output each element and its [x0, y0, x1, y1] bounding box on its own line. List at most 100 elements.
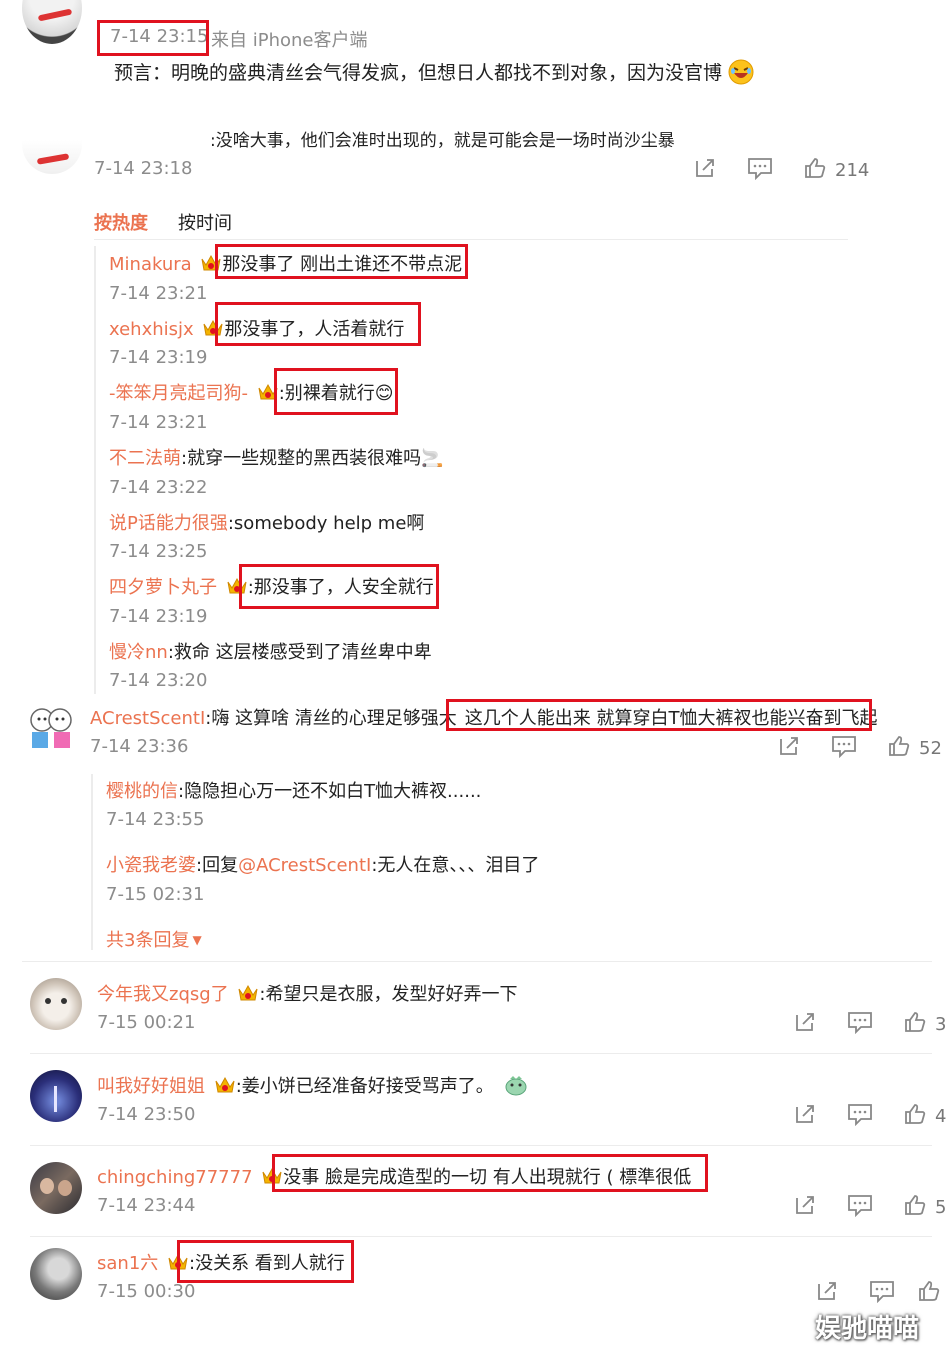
like-icon[interactable]: [903, 1102, 927, 1131]
comment-username[interactable]: ACrestScentI: [90, 708, 205, 729]
reply-text: :somebody help me啊: [227, 513, 425, 534]
avatar[interactable]: [22, 0, 82, 44]
list-item: 不二法萌:就穿一些规整的黑西装很难吗🚬: [109, 444, 443, 470]
divider: [30, 1236, 932, 1237]
reply-thread-line: [91, 774, 93, 950]
like-count: 214: [835, 160, 870, 181]
comment-icon[interactable]: [869, 1279, 895, 1308]
comment-actions: [815, 1279, 941, 1308]
like-icon[interactable]: [917, 1279, 941, 1308]
reply-time: 7-14 23:21: [109, 412, 208, 433]
dinosaur-emoji-icon: [504, 1073, 528, 1102]
avatar[interactable]: [24, 700, 78, 754]
more-replies-link[interactable]: 共3条回复 ▼: [106, 926, 202, 952]
reply-username[interactable]: 樱桃的信: [106, 781, 178, 802]
share-icon[interactable]: [815, 1279, 839, 1308]
comment-text-content: :希望只是衣服，发型好好弄一下: [259, 984, 518, 1005]
reply-text-tail: :无人在意、、、泪目了: [371, 855, 540, 876]
comment-time: 7-14 23:18: [94, 158, 193, 179]
reply-username[interactable]: 说P话能力很强: [109, 513, 228, 534]
comment-icon[interactable]: [747, 156, 773, 185]
list-item: 樱桃的信:隐隐担心万一还不如白T恤大裤衩......: [106, 777, 481, 803]
reply-text: :隐隐担心万一还不如白T恤大裤衩......: [178, 781, 482, 802]
reply-time: 7-14 23:55: [106, 809, 205, 830]
highlight-box: [239, 564, 439, 609]
comment-time: 7-15 00:30: [97, 1281, 196, 1302]
comment-actions: 5: [793, 1193, 946, 1222]
comment-time: 7-14 23:36: [90, 736, 189, 757]
reply-username[interactable]: 四夕萝卜丸子: [109, 577, 217, 598]
reply-time: 7-14 23:21: [109, 283, 208, 304]
comment-time: 7-14 23:50: [97, 1104, 196, 1125]
like-count: 4: [935, 1106, 947, 1127]
list-item: 小瓷我老婆:回复@ACrestScentI:无人在意、、、泪目了: [106, 851, 539, 877]
highlight-box: [274, 368, 398, 415]
divider: [94, 239, 848, 240]
vip-crown-icon: [214, 1075, 236, 1095]
reply-text: :就穿一些规整的黑西装很难吗🚬: [181, 448, 444, 469]
reply-text: :救命 这层楼感受到了清丝卑中卑: [167, 642, 432, 663]
divider: [22, 961, 932, 962]
avatar[interactable]: [30, 978, 82, 1030]
share-icon[interactable]: [693, 156, 717, 185]
highlight-box: [177, 1240, 354, 1283]
reply-username[interactable]: xehxhisjx: [109, 319, 194, 340]
highlight-box: [272, 1154, 708, 1192]
comment-source: 来自 iPhone客户端: [211, 30, 368, 51]
highlight-box: [97, 20, 209, 56]
watermark: 娱驰喵喵: [815, 1314, 920, 1344]
comment-username[interactable]: san1六: [97, 1253, 158, 1274]
reply-username[interactable]: Minakura: [109, 254, 192, 275]
comment-username[interactable]: 叫我好好姐姐: [97, 1076, 205, 1097]
comment-username[interactable]: chingching77777: [97, 1167, 253, 1188]
reply-username[interactable]: 不二法萌: [109, 448, 181, 469]
like-icon[interactable]: [887, 734, 911, 763]
comment-time: 7-15 00:21: [97, 1012, 196, 1033]
highlight-box: [446, 699, 872, 731]
laughing-emoji-icon: [728, 59, 754, 85]
vip-crown-icon: [237, 983, 259, 1003]
comment-icon[interactable]: [831, 734, 857, 763]
more-replies-label: 共3条回复: [106, 930, 190, 951]
comment-actions: 214: [693, 156, 869, 185]
avatar[interactable]: [30, 1248, 82, 1300]
comment-icon[interactable]: [847, 1193, 873, 1222]
like-count: 3: [935, 1014, 947, 1035]
avatar[interactable]: [22, 140, 82, 174]
mention-link[interactable]: @ACrestScentI: [238, 855, 371, 876]
share-icon[interactable]: [793, 1010, 817, 1039]
like-count: 5: [935, 1197, 947, 1218]
comment-actions: 4: [793, 1102, 946, 1131]
reply-username[interactable]: 小瓷我老婆: [106, 855, 196, 876]
like-icon[interactable]: [903, 1193, 927, 1222]
tab-time[interactable]: 按时间: [178, 209, 232, 235]
share-icon[interactable]: [793, 1193, 817, 1222]
comment-text-a: :嗨 这算啥 清丝的心理足够强大: [205, 708, 457, 729]
reply-time: 7-14 23:20: [109, 670, 208, 691]
comment-time: 7-14 23:44: [97, 1195, 196, 1216]
share-icon[interactable]: [793, 1102, 817, 1131]
reply-text: :回复: [196, 855, 239, 876]
like-icon[interactable]: [903, 1010, 927, 1039]
comment-actions: 3: [793, 1010, 946, 1039]
reply-time: 7-14 23:19: [109, 347, 208, 368]
comment-actions: 52: [777, 734, 942, 763]
avatar[interactable]: [30, 1070, 82, 1122]
tab-hot[interactable]: 按热度: [94, 209, 148, 235]
highlight-box: [215, 302, 421, 346]
reply-thread-line: [94, 246, 96, 694]
like-icon[interactable]: [803, 156, 827, 185]
comment-text: 今年我又zqsg了 :希望只是衣服，发型好好弄一下: [97, 980, 518, 1006]
comment-text-content: :姜小饼已经准备好接受骂声了。: [235, 1076, 494, 1097]
reply-time: 7-14 23:25: [109, 541, 208, 562]
share-icon[interactable]: [777, 734, 801, 763]
avatar[interactable]: [30, 1162, 82, 1214]
divider: [30, 1145, 932, 1146]
reply-username[interactable]: 慢冷nn: [109, 642, 168, 663]
comment-text-content: 预言：明晚的盛典清丝会气得发疯，但想日人都找不到对象，因为没官博: [114, 62, 723, 84]
reply-username[interactable]: -笨笨月亮起司狗-: [109, 383, 248, 404]
comment-icon[interactable]: [847, 1010, 873, 1039]
comment-username[interactable]: 今年我又zqsg了: [97, 984, 229, 1005]
comment-icon[interactable]: [847, 1102, 873, 1131]
like-count: 52: [919, 738, 942, 759]
